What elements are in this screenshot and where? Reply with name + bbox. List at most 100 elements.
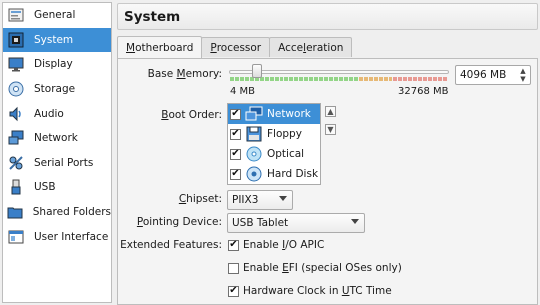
slider-tick [294, 77, 299, 81]
boot-checkbox[interactable]: ✔ [230, 108, 241, 120]
audio-icon [7, 105, 25, 123]
tab-motherboard[interactable]: Motherboard [117, 36, 203, 58]
boot-item-optical[interactable]: ✔ Optical [228, 144, 320, 164]
slider-tick [284, 77, 289, 81]
tab-label-post: eration [306, 41, 344, 54]
chipset-select[interactable]: PIIX3 [227, 190, 293, 210]
sidebar-item-label: Network [34, 132, 78, 145]
slider-tick [423, 77, 428, 81]
pointing-device-value: USB Tablet [232, 217, 289, 229]
slider-tick [338, 77, 343, 81]
boot-checkbox[interactable]: ✔ [230, 168, 241, 180]
label-post: emory: [185, 68, 222, 80]
boot-item-network[interactable]: ✔ Network [228, 104, 320, 124]
sidebar-item-label: Audio [34, 107, 64, 120]
enable-efi-option[interactable]: Enable EFI (special OSes only) [228, 262, 402, 274]
efi-label: Enable EFI (special OSes only) [243, 262, 402, 274]
sidebar-item-user-interface[interactable]: User Interface [3, 224, 111, 249]
slider-tick [408, 77, 413, 81]
slider-ticks [230, 77, 448, 81]
sidebar-item-label: Storage [34, 83, 76, 96]
sidebar-item-usb[interactable]: USB [3, 175, 111, 200]
sidebar-item-shared-folders[interactable]: Shared Folders [3, 200, 111, 225]
slider-tick [269, 77, 274, 81]
system-icon [7, 31, 25, 49]
sidebar-item-system[interactable]: System [3, 27, 111, 53]
tab-processor[interactable]: Processor [201, 37, 271, 57]
sidebar-item-storage[interactable]: Storage [3, 77, 111, 102]
chevron-down-icon [351, 219, 359, 224]
label-mnemonic: M [176, 68, 186, 80]
sidebar-item-audio[interactable]: Audio [3, 101, 111, 126]
sidebar-item-display[interactable]: Display [3, 52, 111, 77]
label-post: oot Order: [168, 109, 223, 121]
boot-checkbox[interactable]: ✔ [230, 128, 241, 140]
serial-ports-icon [7, 154, 25, 172]
pointing-device-select[interactable]: USB Tablet [227, 213, 365, 233]
label-post: TC Time [349, 285, 392, 297]
slider-tick [279, 77, 284, 81]
boot-item-hard-disk[interactable]: ✔ Hard Disk [228, 164, 320, 184]
sidebar-item-network[interactable]: Network [3, 126, 111, 151]
slider-tick [398, 77, 403, 81]
label-post: FI (special OSes only) [288, 262, 402, 274]
boot-checkbox[interactable]: ✔ [230, 148, 241, 160]
boot-item-label: Hard Disk [267, 168, 319, 180]
sidebar-item-label: User Interface [34, 230, 109, 243]
tab-label-post: rocessor [216, 41, 262, 54]
label-post: /O APIC [285, 239, 325, 251]
spin-up-icon[interactable]: ▲ [520, 67, 525, 75]
base-memory-spinbox[interactable]: 4096 MB ▲ ▼ [455, 65, 531, 85]
slider-tick [383, 77, 388, 81]
slider-tick [363, 77, 368, 81]
sidebar-item-label: General [34, 9, 76, 22]
floppy-icon [245, 125, 263, 143]
display-icon [7, 55, 25, 73]
optical-disc-icon [245, 145, 263, 163]
spin-arrows[interactable]: ▲ ▼ [518, 67, 528, 83]
chipset-value: PIIX3 [232, 194, 259, 206]
tab-label-mnemonic: M [126, 41, 136, 54]
io-apic-checkbox[interactable]: ✔ [228, 239, 239, 251]
hardware-clock-utc-option[interactable]: ✔ Hardware Clock in UTC Time [228, 285, 392, 297]
utc-checkbox[interactable]: ✔ [228, 285, 239, 297]
sidebar-item-label: System [34, 33, 74, 46]
move-down-icon[interactable]: ▼ [325, 124, 336, 135]
settings-sidebar: General System Display Storage Audio Net… [2, 2, 112, 303]
slider-tick [373, 77, 378, 81]
sidebar-item-general[interactable]: General [3, 3, 111, 28]
slider-tick [264, 77, 269, 81]
general-icon [7, 6, 25, 24]
network-icon [7, 129, 25, 147]
slider-tick [442, 77, 447, 81]
slider-tick [234, 77, 239, 81]
slider-tick [319, 77, 324, 81]
spin-down-icon[interactable]: ▼ [520, 75, 525, 83]
base-memory-value: 4096 MB [460, 69, 507, 81]
label-mnemonic: E [282, 262, 289, 274]
slider-tick [309, 77, 314, 81]
slider-tick [274, 77, 279, 81]
boot-item-floppy[interactable]: ✔ Floppy [228, 124, 320, 144]
slider-tick [244, 77, 249, 81]
label-pre: Hardware Clock in [243, 285, 342, 297]
slider-tick [388, 77, 393, 81]
slider-handle[interactable] [251, 64, 262, 78]
tab-acceleration[interactable]: Acce l eration [269, 37, 353, 57]
base-memory-slider[interactable] [229, 70, 449, 74]
tab-label-pre: Acce [278, 41, 304, 54]
slider-tick [368, 77, 373, 81]
enable-io-apic-option[interactable]: ✔ Enable I/O APIC [228, 239, 324, 251]
user-interface-icon [7, 228, 25, 246]
sidebar-item-serial-ports[interactable]: Serial Ports [3, 151, 111, 176]
usb-icon [7, 178, 25, 196]
efi-checkbox[interactable] [228, 262, 239, 274]
slider-tick [239, 77, 244, 81]
slider-tick [343, 77, 348, 81]
move-up-icon[interactable]: ▲ [325, 106, 336, 117]
tab-bar: Motherboard Processor Acce l eration [117, 36, 353, 58]
sidebar-item-label: Serial Ports [34, 156, 94, 169]
slider-tick [334, 77, 338, 81]
slider-tick [289, 77, 294, 81]
label-pre: Enable [243, 262, 283, 274]
